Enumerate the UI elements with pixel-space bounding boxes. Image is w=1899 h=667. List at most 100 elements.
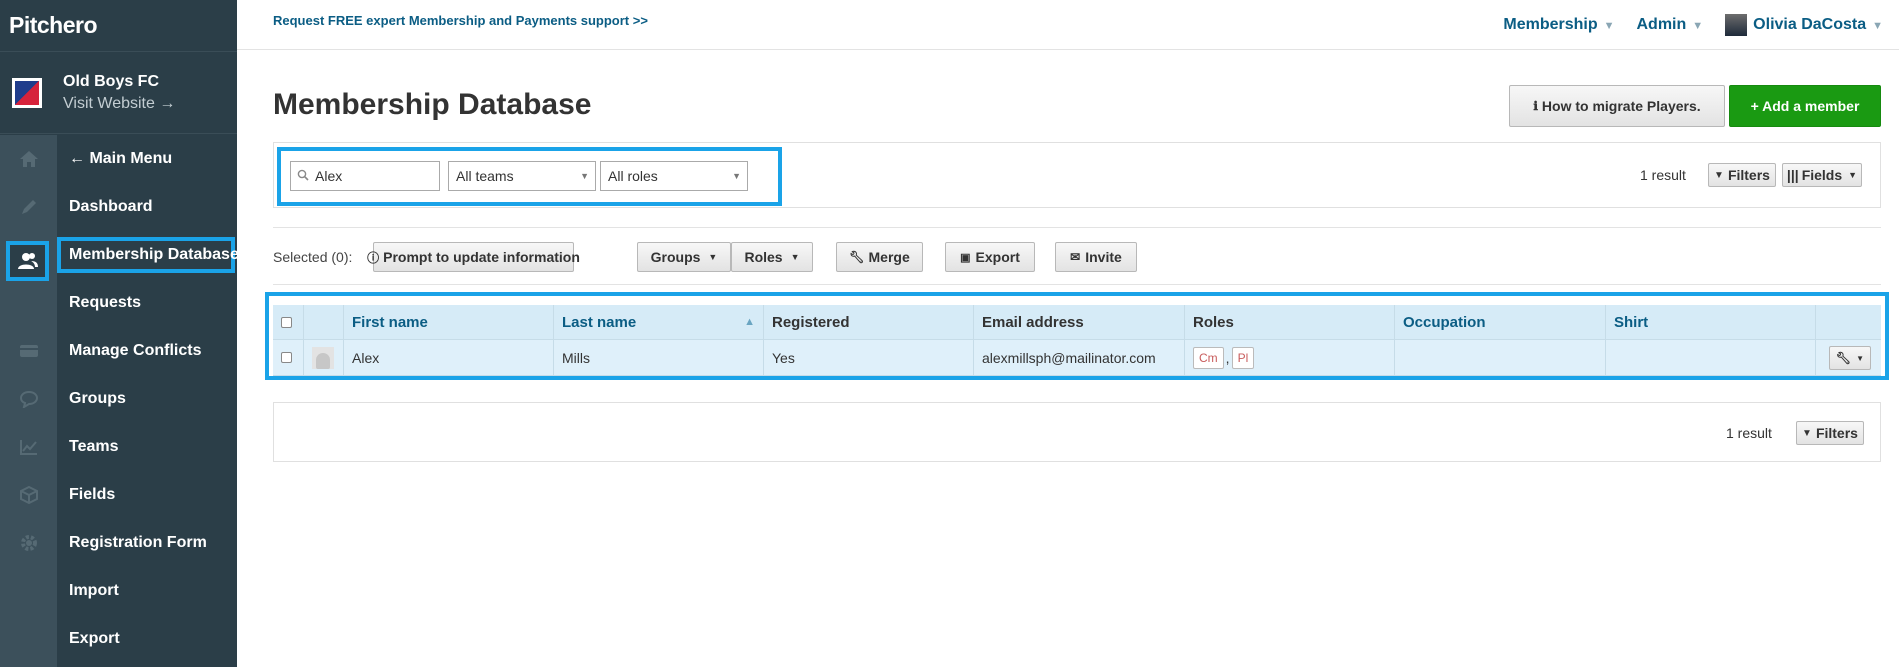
members-table: First name Last name ▲ Registered Email a… — [273, 305, 1881, 376]
search-icon — [297, 169, 309, 184]
main-menu-back-link[interactable]: ← Main Menu — [57, 135, 237, 183]
sidebar-item-teams[interactable]: Teams — [57, 423, 237, 471]
sidebar: Pitchero Old Boys FC Visit Website → ← M… — [0, 0, 239, 667]
select-all-checkbox-cell — [273, 305, 304, 339]
page-title: Membership Database — [273, 88, 592, 121]
caret-down-icon: ▼ — [580, 171, 589, 181]
header-registered: Registered — [764, 305, 974, 339]
role-badge-cm[interactable]: Cm — [1193, 346, 1224, 369]
sidebar-item-fields[interactable]: Fields — [57, 471, 237, 519]
header-shirt[interactable]: Shirt — [1606, 305, 1816, 339]
select-all-checkbox[interactable] — [281, 316, 292, 328]
gear-icon[interactable] — [0, 519, 57, 567]
caret-down-icon: ▼ — [1603, 20, 1615, 32]
membership-menu[interactable]: Membership ▼ — [1503, 16, 1614, 34]
filters-button-bottom[interactable]: ▼ Filters — [1796, 421, 1864, 445]
header-first-name[interactable]: First name — [344, 305, 554, 339]
cell-roles: Cm, Pl — [1185, 340, 1395, 375]
bulk-actions: Selected (0): ⓘ Prompt to update informat… — [273, 242, 1881, 272]
chat-icon[interactable] — [0, 375, 57, 423]
promo-link[interactable]: Request FREE expert Membership and Payme… — [273, 13, 648, 28]
header-last-name[interactable]: Last name ▲ — [554, 305, 764, 339]
top-bar: Request FREE expert Membership and Payme… — [237, 0, 1899, 50]
search-input[interactable]: Alex — [290, 161, 440, 191]
header-actions — [1816, 305, 1881, 339]
result-count-bottom: 1 result — [1726, 425, 1772, 441]
table-header-row: First name Last name ▲ Registered Email a… — [273, 305, 1881, 340]
visit-website-link[interactable]: Visit Website → — [63, 95, 175, 113]
divider — [273, 227, 1881, 228]
club-header[interactable]: Old Boys FC Visit Website → — [0, 52, 237, 134]
sidebar-item-membership-database[interactable]: Membership Database — [57, 237, 239, 273]
row-checkbox[interactable] — [281, 352, 292, 363]
header-roles: Roles — [1185, 305, 1395, 339]
row-checkbox-cell — [273, 340, 304, 375]
divider — [273, 284, 1881, 285]
funnel-icon: ▼ — [1714, 169, 1724, 181]
user-menu[interactable]: Olivia DaCosta ▼ — [1725, 14, 1883, 36]
club-name: Old Boys FC — [63, 72, 160, 90]
caret-down-icon: ▼ — [1856, 353, 1865, 363]
add-member-button[interactable]: + Add a member — [1729, 85, 1881, 127]
role-badge-pl[interactable]: Pl — [1231, 346, 1255, 369]
caret-down-icon: ▼ — [1872, 20, 1883, 33]
prompt-update-button[interactable]: ⓘ Prompt to update information — [367, 242, 580, 272]
filters-button[interactable]: ▼ Filters — [1708, 163, 1776, 187]
brand-logo[interactable]: Pitchero — [0, 0, 237, 52]
user-avatar — [1725, 14, 1748, 36]
home-icon[interactable] — [0, 135, 57, 183]
sidebar-item-manage-conflicts[interactable]: Manage Conflicts — [57, 327, 237, 375]
sidebar-item-import[interactable]: Import — [57, 567, 237, 615]
cell-shirt — [1606, 340, 1816, 375]
funnel-icon: ▼ — [1802, 427, 1812, 439]
export-file-icon: ▣ — [960, 251, 971, 264]
header-occupation[interactable]: Occupation — [1395, 305, 1606, 339]
cell-last-name: Mills — [554, 340, 764, 375]
envelope-icon: ✉ — [1070, 250, 1081, 264]
admin-menu[interactable]: Admin ▼ — [1637, 16, 1704, 34]
how-to-migrate-button[interactable]: ℹ How to migrate Players. — [1509, 85, 1725, 127]
alert-icon: ⓘ — [367, 250, 380, 265]
chart-icon[interactable] — [0, 423, 57, 471]
cube-icon[interactable] — [0, 471, 57, 519]
info-icon: ℹ — [1533, 99, 1538, 113]
invite-button[interactable]: ✉ Invite — [1055, 242, 1137, 272]
cell-occupation — [1395, 340, 1606, 375]
wrench-icon: 🔧︎ — [1835, 351, 1852, 365]
caret-down-icon: ▼ — [732, 171, 741, 181]
sort-asc-icon: ▲ — [744, 316, 755, 328]
users-icon[interactable] — [6, 241, 49, 281]
avatar-header — [304, 305, 344, 339]
teams-select[interactable]: All teams ▼ — [448, 161, 596, 191]
sidebar-item-registration-form[interactable]: Registration Form — [57, 519, 237, 567]
caret-down-icon: ▼ — [708, 252, 718, 262]
sidebar-item-groups[interactable]: Groups — [57, 375, 237, 423]
sidebar-item-export[interactable]: Export — [57, 615, 237, 663]
cell-row-actions: 🔧︎ ▼ — [1816, 340, 1881, 375]
sidebar-item-requests[interactable]: Requests — [57, 279, 237, 327]
row-actions-button[interactable]: 🔧︎ ▼ — [1829, 346, 1871, 370]
member-avatar-cell — [304, 340, 344, 375]
roles-button[interactable]: Roles ▼ — [731, 242, 813, 272]
avatar — [312, 346, 334, 369]
groups-button[interactable]: Groups ▼ — [637, 242, 731, 272]
top-nav: Membership ▼ Admin ▼ Olivia DaCosta ▼ — [1503, 14, 1883, 36]
filter-bar: Alex All teams ▼ All roles ▼ 1 result ▼ Fil… — [273, 142, 1881, 208]
table-row[interactable]: Alex Mills Yes alexmillsph@mailinator.co… — [273, 340, 1881, 376]
merge-button[interactable]: 🔧︎ Merge — [836, 242, 923, 272]
roles-select[interactable]: All roles ▼ — [600, 161, 748, 191]
sidebar-item-dashboard[interactable]: Dashboard — [57, 183, 237, 231]
results-footer: 1 result ▼ Filters — [273, 402, 1881, 462]
cell-email: alexmillsph@mailinator.com — [974, 340, 1185, 375]
caret-down-icon: ▼ — [1692, 20, 1704, 32]
club-crest — [12, 77, 42, 108]
card-icon[interactable] — [0, 327, 57, 375]
wrench-icon: 🔧︎ — [849, 250, 865, 264]
export-button[interactable]: ▣ Export — [945, 242, 1035, 272]
pencil-icon[interactable] — [0, 183, 57, 231]
selected-count: Selected (0): — [273, 249, 353, 265]
icon-rail — [0, 135, 57, 667]
fields-button[interactable]: ||| Fields ▼ — [1782, 163, 1862, 187]
caret-down-icon: ▼ — [790, 252, 800, 262]
header-email: Email address — [974, 305, 1185, 339]
